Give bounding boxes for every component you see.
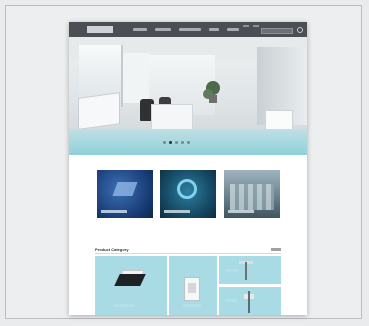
utility-link-2[interactable] <box>253 25 259 27</box>
product-tile-3[interactable] <box>219 256 281 284</box>
more-link[interactable] <box>271 248 281 251</box>
plant-pot <box>209 95 217 103</box>
category-3-caption <box>228 210 254 213</box>
category-2-graphic <box>177 179 197 199</box>
product-1-label <box>113 304 135 307</box>
hero-banner[interactable] <box>69 37 307 155</box>
lamp-image <box>245 262 247 280</box>
nav-item-2[interactable] <box>155 28 171 31</box>
utility-links <box>243 25 259 27</box>
search-input[interactable] <box>261 28 293 34</box>
search-icon[interactable] <box>297 27 303 33</box>
product-tile-1[interactable] <box>95 256 167 315</box>
section-divider <box>95 253 281 254</box>
product-4-label <box>225 299 237 302</box>
air-purifier-image <box>184 277 200 301</box>
carousel-dot[interactable] <box>163 141 166 144</box>
nav-item-1[interactable] <box>133 28 147 31</box>
category-3-graphic <box>230 184 274 210</box>
category-tile-1[interactable] <box>97 170 153 218</box>
air-conditioner-image <box>78 92 120 130</box>
site-logo[interactable] <box>87 26 113 33</box>
category-2-caption <box>164 210 190 213</box>
product-3-label <box>225 269 239 272</box>
section-title: Product Category <box>95 247 129 252</box>
product-2-label <box>183 304 201 307</box>
website-preview: Product Category <box>69 22 307 315</box>
sensor-pole-image <box>248 291 250 313</box>
carousel-dot[interactable] <box>169 141 172 144</box>
carousel-dot[interactable] <box>187 141 190 144</box>
category-tile-2[interactable] <box>160 170 216 218</box>
hero-window-2 <box>123 53 149 103</box>
cassette-unit-shadow <box>114 274 146 286</box>
utility-link-1[interactable] <box>243 25 249 27</box>
carousel-dot[interactable] <box>181 141 184 144</box>
product-tile-2[interactable] <box>169 256 217 315</box>
category-1-caption <box>101 210 127 213</box>
carousel-dot[interactable] <box>175 141 178 144</box>
category-1-graphic <box>112 182 138 196</box>
nav-item-5[interactable] <box>227 28 239 31</box>
top-navigation-bar <box>69 22 307 37</box>
nav-item-4[interactable] <box>209 28 219 31</box>
reception-desk-image <box>151 104 193 132</box>
product-tile-4[interactable] <box>219 287 281 315</box>
main-nav <box>133 27 239 32</box>
carousel-pagination <box>163 141 190 144</box>
category-tile-3[interactable] <box>224 170 280 218</box>
nav-item-3[interactable] <box>179 28 201 31</box>
